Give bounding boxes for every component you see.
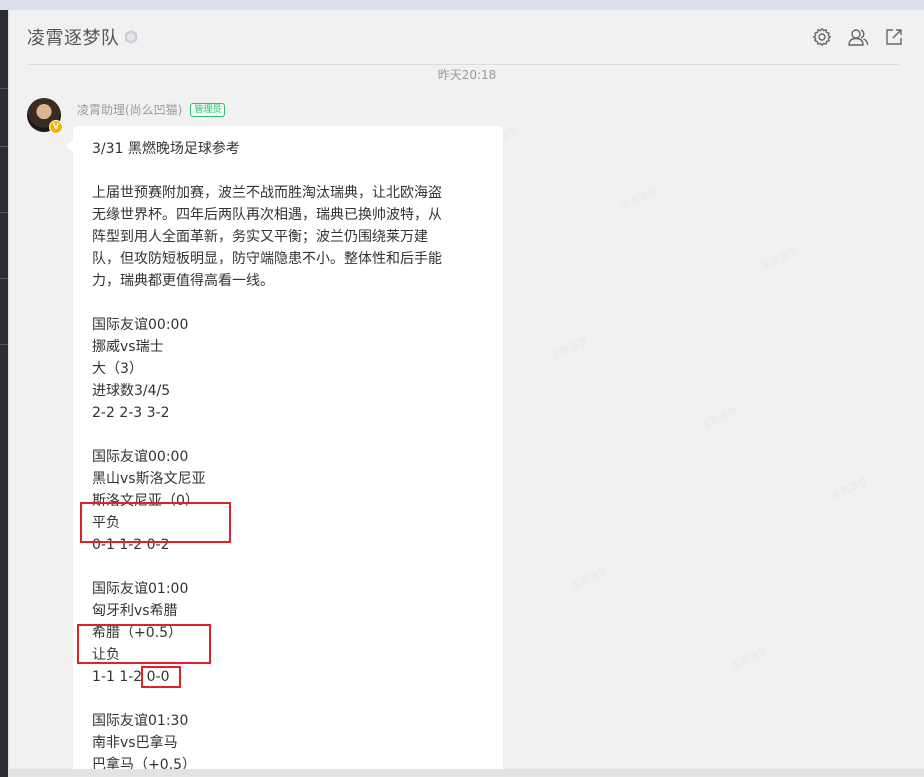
match-time: 国际友谊01:00: [92, 581, 189, 597]
match-teams: 匈牙利vs希腊: [92, 603, 178, 619]
sender-name[interactable]: 凌霄助理(尚么凹猫): [77, 101, 182, 118]
intro-line: 上届世预赛附加赛，波兰不战而胜淘汰瑞典，让北欧海盗: [92, 185, 442, 201]
intro-line: 力，瑞典都更值得高看一线。: [92, 273, 274, 289]
message-text: 3/31 黑燃晚场足球参考 上届世预赛附加赛，波兰不战而胜淘汰瑞典，让北欧海盗 …: [92, 138, 487, 769]
admin-badge: 管理员: [190, 102, 226, 117]
scores-highlight: 0-0: [146, 669, 170, 685]
scores-prefix: 1-1 1-2: [92, 669, 147, 685]
match-scores: 1-1 1-2 0-0: [92, 666, 487, 688]
match-pick: 斯洛文尼亚（0）: [92, 493, 199, 509]
match-scores: 2-2 2-3 3-2: [92, 405, 170, 421]
match-time: 国际友谊00:00: [92, 317, 189, 333]
vip-badge-icon: V: [49, 120, 63, 134]
desktop-top-strip: [0, 0, 924, 10]
sender-row: 凌霄助理(尚么凹猫) 管理员: [77, 101, 226, 118]
match-pick: 希腊（+0.5）: [92, 625, 182, 641]
message-title: 3/31 黑燃晚场足球参考: [92, 141, 240, 157]
verified-icon: [123, 29, 139, 45]
match-pick: 巴拿马（+0.5）: [92, 757, 196, 769]
sender-avatar[interactable]: V: [27, 98, 63, 134]
header-actions: [811, 26, 905, 48]
match-result: 平负: [92, 515, 120, 531]
group-title: 凌霄逐梦队: [27, 28, 120, 49]
message-bubble[interactable]: 3/31 黑燃晚场足球参考 上届世预赛附加赛，波兰不战而胜淘汰瑞典，让北欧海盗 …: [66, 126, 503, 769]
match-time: 国际友谊01:30: [92, 713, 189, 729]
popout-icon[interactable]: [883, 26, 905, 48]
chat-window: 凌霄逐梦 凌霄逐梦 凌霄逐梦 凌霄逐梦 凌霄逐梦 凌霄逐梦 凌霄逐梦 凌霄逐梦 …: [8, 10, 924, 769]
message-timestamp: 昨天20:18: [437, 68, 497, 82]
window-bottom-edge: [8, 769, 924, 777]
intro-line: 阵型到用人全面革新，务实又平衡；波兰仍围绕莱万建: [92, 229, 428, 245]
group-title-container: 凌霄逐梦队: [27, 24, 139, 50]
match-result: 让负: [92, 647, 120, 663]
match-result: 进球数3/4/5: [92, 383, 171, 399]
match-scores: 0-1 1-2 0-2: [92, 537, 170, 553]
intro-line: 队，但攻防短板明显，防守端隐患不小。整体性和后手能: [92, 251, 442, 267]
gear-icon[interactable]: [811, 26, 833, 48]
chat-header: 凌霄逐梦队: [9, 10, 924, 65]
match-pick: 大（3）: [92, 361, 143, 377]
left-sidebar-edge: [0, 10, 8, 777]
intro-line: 无缘世界杯。四年后两队再次相遇，瑞典已换帅波特，从: [92, 207, 442, 223]
header-divider: [27, 64, 899, 65]
match-teams: 挪威vs瑞士: [92, 339, 164, 355]
match-teams: 黑山vs斯洛文尼亚: [92, 471, 206, 487]
match-time: 国际友谊00:00: [92, 449, 189, 465]
match-teams: 南非vs巴拿马: [92, 735, 178, 751]
members-icon[interactable]: [847, 26, 869, 48]
